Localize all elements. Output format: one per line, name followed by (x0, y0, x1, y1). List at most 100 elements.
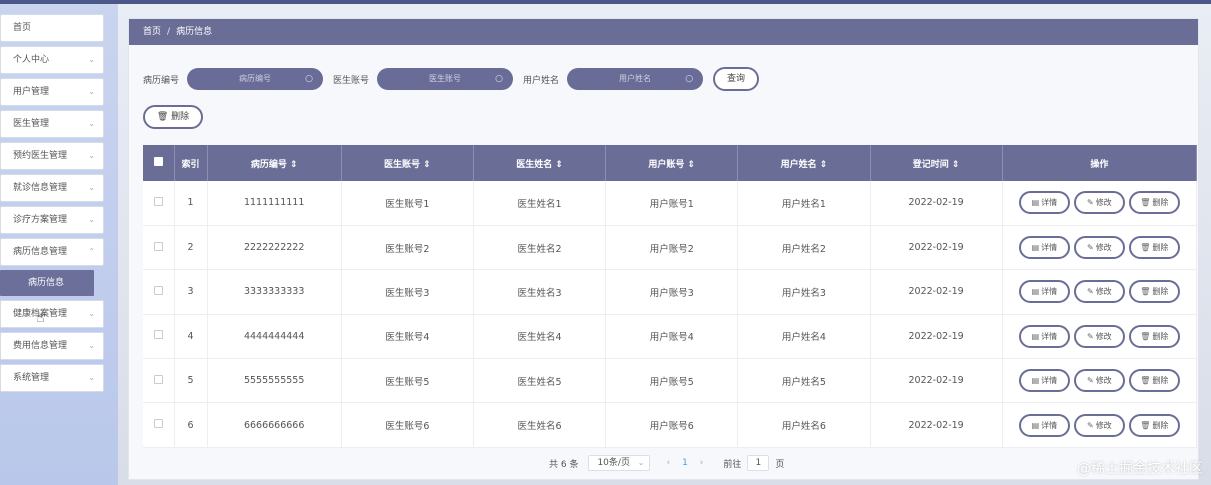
doctor-account-input[interactable]: 医生账号 ○ (377, 68, 514, 90)
sidebar-item-visit-management[interactable]: 就诊信息管理 ⌄ (0, 174, 104, 202)
cell-register-time: 2022-02-19 (870, 402, 1003, 448)
col-register-time[interactable]: 登记时间 ⇕ (870, 145, 1003, 181)
cell-doctor-name: 医生姓名6 (473, 402, 607, 448)
goto-page-input[interactable]: 1 (747, 455, 770, 471)
detail-button[interactable]: ▤ 详情 (1018, 191, 1070, 215)
trash-icon: 🗑 (156, 112, 169, 122)
page-unit-label: 页 (775, 459, 785, 470)
col-doctor-account[interactable]: 医生账号 ⇕ (341, 145, 474, 181)
button-label: 详情 (1041, 198, 1058, 208)
cell-record-no: 1111111111 (207, 181, 342, 226)
detail-button[interactable]: ▤ 详情 (1018, 324, 1070, 348)
table-row: 5 5555555555 医生账号5 医生姓名5 用户账号5 用户姓名5 2022-02-1… (143, 358, 1198, 404)
button-label: 修改 (1095, 287, 1112, 297)
cell-record-no: 2222222222 (207, 225, 342, 271)
row-checkbox[interactable] (153, 330, 163, 340)
cell-index: 5 (174, 358, 208, 404)
edit-button[interactable]: ✎ 修改 (1073, 369, 1125, 393)
sidebar-item-personal-center[interactable]: 个人中心 ⌄ (0, 46, 104, 74)
sidebar-item-health-file-management[interactable]: 健康档案管理 ⌄ (0, 300, 104, 328)
row-checkbox[interactable] (153, 285, 163, 295)
button-label: 删除 (1152, 198, 1169, 208)
col-doctor-name[interactable]: 医生姓名 ⇕ (473, 145, 607, 181)
cell-doctor-account: 医生账号3 (341, 269, 474, 315)
cell-doctor-name: 医生姓名4 (473, 314, 607, 360)
detail-button[interactable]: ▤ 详情 (1018, 369, 1070, 393)
col-user-account[interactable]: 用户账号 ⇕ (605, 145, 739, 181)
sidebar-item-user-management[interactable]: 用户管理 ⌄ (0, 78, 104, 106)
edit-button[interactable]: ✎ 修改 (1073, 280, 1125, 304)
edit-button[interactable]: ✎ 修改 (1073, 191, 1125, 215)
cell-register-time: 2022-02-19 (870, 225, 1003, 271)
cell-record-no: 5555555555 (207, 358, 342, 404)
sidebar-item-home[interactable]: 首页 (0, 14, 104, 42)
prev-page-icon[interactable]: ‹ (666, 458, 670, 468)
edit-button[interactable]: ✎ 修改 (1073, 324, 1125, 348)
col-record-no[interactable]: 病历编号 ⇕ (207, 145, 342, 181)
trash-icon: 🗑 (1140, 420, 1151, 430)
cell-user-name: 用户姓名3 (737, 269, 871, 315)
row-checkbox[interactable] (153, 241, 163, 251)
sidebar-item-fee-management[interactable]: 费用信息管理 ⌄ (0, 332, 104, 360)
cell-user-name: 用户姓名2 (737, 225, 871, 271)
delete-button[interactable]: 🗑 删除 (1128, 236, 1180, 260)
detail-button[interactable]: ▤ 详情 (1018, 236, 1070, 260)
sidebar-item-appointment-management[interactable]: 预约医生管理 ⌄ (0, 142, 104, 170)
button-label: 删除 (1152, 331, 1169, 341)
query-button[interactable]: 查询 (713, 67, 760, 91)
row-checkbox[interactable] (153, 374, 163, 384)
select-all-header[interactable] (143, 145, 175, 181)
button-label: 修改 (1095, 198, 1112, 208)
button-label: 删除 (1152, 376, 1169, 386)
sidebar-item-doctor-management[interactable]: 医生管理 ⌄ (0, 110, 104, 138)
cell-index: 1 (174, 181, 208, 226)
user-name-input[interactable]: 用户姓名 ○ (567, 68, 704, 90)
goto-label: 前往 (723, 459, 742, 470)
delete-button[interactable]: 🗑 删除 (1128, 413, 1180, 437)
delete-button[interactable]: 🗑 删除 (1128, 324, 1180, 348)
detail-button[interactable]: ▤ 详情 (1018, 280, 1070, 304)
sidebar-item-treatment-plan-management[interactable]: 诊疗方案管理 ⌄ (0, 206, 104, 234)
record-no-input[interactable]: 病历编号 ○ (187, 68, 324, 90)
trash-icon: 🗑 (1140, 287, 1151, 297)
sidebar-item-label: 就诊信息管理 (13, 183, 68, 193)
sidebar-item-system-management[interactable]: 系统管理 ⌄ (0, 364, 104, 392)
breadcrumb-home[interactable]: 首页 (143, 27, 161, 37)
detail-button[interactable]: ▤ 详情 (1018, 413, 1070, 437)
cell-register-time: 2022-02-19 (870, 314, 1003, 360)
cell-user-account: 用户账号5 (605, 358, 739, 404)
page-size-select[interactable]: 10条/页 ⌄ (588, 455, 651, 471)
current-page-number[interactable]: 1 (682, 458, 688, 468)
sidebar-item-label: 个人中心 (13, 55, 50, 65)
chevron-down-icon: ⌄ (88, 55, 95, 64)
pencil-icon: ✎ (1086, 376, 1094, 386)
edit-button[interactable]: ✎ 修改 (1073, 413, 1125, 437)
cell-record-no: 3333333333 (207, 269, 342, 315)
document-icon: ▤ (1031, 331, 1040, 341)
row-checkbox[interactable] (153, 196, 163, 206)
col-user-name[interactable]: 用户姓名 ⇕ (737, 145, 871, 181)
pencil-icon: ✎ (1086, 287, 1094, 297)
delete-button[interactable]: 🗑 删除 (1128, 280, 1180, 304)
breadcrumb-separator: / (167, 27, 171, 37)
sidebar-item-label: 诊疗方案管理 (13, 215, 68, 225)
cell-user-account: 用户账号4 (605, 314, 739, 360)
batch-delete-button[interactable]: 🗑 删除 (143, 105, 203, 129)
cell-actions: ▤ 详情 ✎ 修改 🗑 删除 (1002, 225, 1198, 271)
cell-actions: ▤ 详情 ✎ 修改 🗑 删除 (1002, 402, 1198, 448)
row-checkbox[interactable] (153, 419, 163, 429)
search-icon: ○ (495, 74, 504, 84)
select-all-checkbox[interactable] (153, 157, 163, 166)
next-page-icon[interactable]: › (700, 458, 704, 468)
delete-button[interactable]: 🗑 删除 (1128, 191, 1180, 215)
chevron-down-icon: ⌄ (88, 341, 95, 350)
delete-button[interactable]: 🗑 删除 (1128, 369, 1180, 393)
document-icon: ▤ (1031, 287, 1040, 297)
row-checkbox-cell (143, 314, 175, 360)
sidebar-item-medical-record-management[interactable]: 病历信息管理 ⌃ (0, 238, 104, 266)
edit-button[interactable]: ✎ 修改 (1073, 236, 1125, 260)
trash-icon: 🗑 (1140, 331, 1151, 341)
cell-doctor-account: 医生账号5 (341, 358, 474, 404)
sidebar-subitem-medical-record[interactable]: 病历信息 (0, 270, 94, 296)
document-icon: ▤ (1031, 420, 1040, 430)
